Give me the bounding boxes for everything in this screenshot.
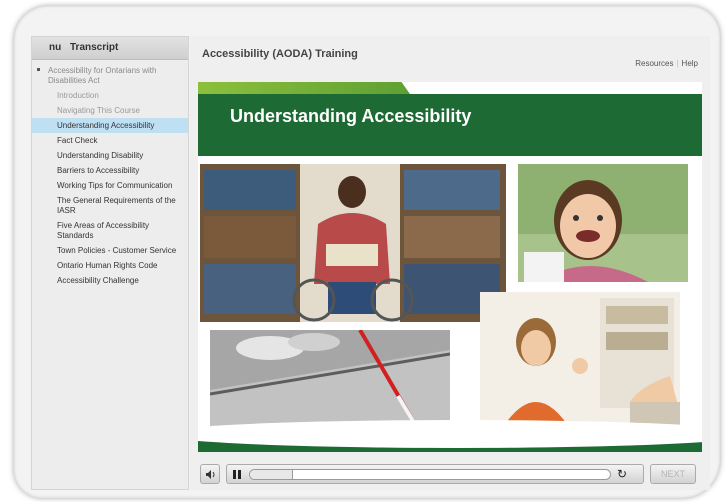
photo-sign-language [480,292,680,432]
mute-button[interactable] [200,464,220,484]
next-button[interactable]: NEXT [650,464,696,484]
menu-item-five-areas[interactable]: Five Areas of Accessibility Standards [32,218,188,243]
menu-item-iasr[interactable]: The General Requirements of the IASR [32,193,188,218]
menu-item-human-rights[interactable]: Ontario Human Rights Code [32,258,188,273]
slide-footer-curve [198,420,702,448]
link-divider: | [676,59,679,68]
seek-progress [250,470,294,479]
tab-transcript[interactable]: Transcript [70,42,118,53]
player-controls: ↻ NEXT [198,464,702,486]
slide-accent-tab [198,82,410,94]
menu-item-challenge[interactable]: Accessibility Challenge [32,273,188,288]
photo-library-wheelchair [200,164,506,322]
content-area: Accessibility (AODA) Training Resources |… [190,36,710,490]
playback-bar: ↻ [226,464,644,484]
resources-link[interactable]: Resources [635,59,673,68]
menu-item-aoda[interactable]: Accessibility for Ontarians with Disabil… [32,63,188,88]
course-title: Accessibility (AODA) Training [202,48,358,60]
slide-heading: Understanding Accessibility [230,106,472,126]
photo-smiling-girl [518,164,688,282]
tab-menu[interactable]: nu [49,42,61,53]
menu-item-town-policies[interactable]: Town Policies - Customer Service [32,243,188,258]
menu-item-navigating[interactable]: Navigating This Course [32,103,188,118]
speaker-icon [206,470,215,479]
menu-item-working-tips[interactable]: Working Tips for Communication [32,178,188,193]
sidebar: nu Transcript Accessibility for Ontarian… [31,36,189,490]
menu-item-barriers[interactable]: Barriers to Accessibility [32,163,188,178]
menu-item-understanding-disability[interactable]: Understanding Disability [32,148,188,163]
screenshot: nu Transcript Accessibility for Ontarian… [0,0,727,502]
header-links: Resources | Help [635,59,698,68]
slide: Understanding Accessibility [198,82,702,452]
menu-item-fact-check[interactable]: Fact Check [32,133,188,148]
seek-bar[interactable] [249,469,611,480]
pause-icon[interactable] [233,470,241,479]
menu-item-introduction[interactable]: Introduction [32,88,188,103]
menu-list: Accessibility for Ontarians with Disabil… [32,63,188,288]
replay-icon[interactable]: ↻ [617,468,627,481]
sidebar-tabs: nu Transcript [32,37,188,60]
help-link[interactable]: Help [682,59,698,68]
menu-item-understanding-accessibility[interactable]: Understanding Accessibility [32,118,188,133]
